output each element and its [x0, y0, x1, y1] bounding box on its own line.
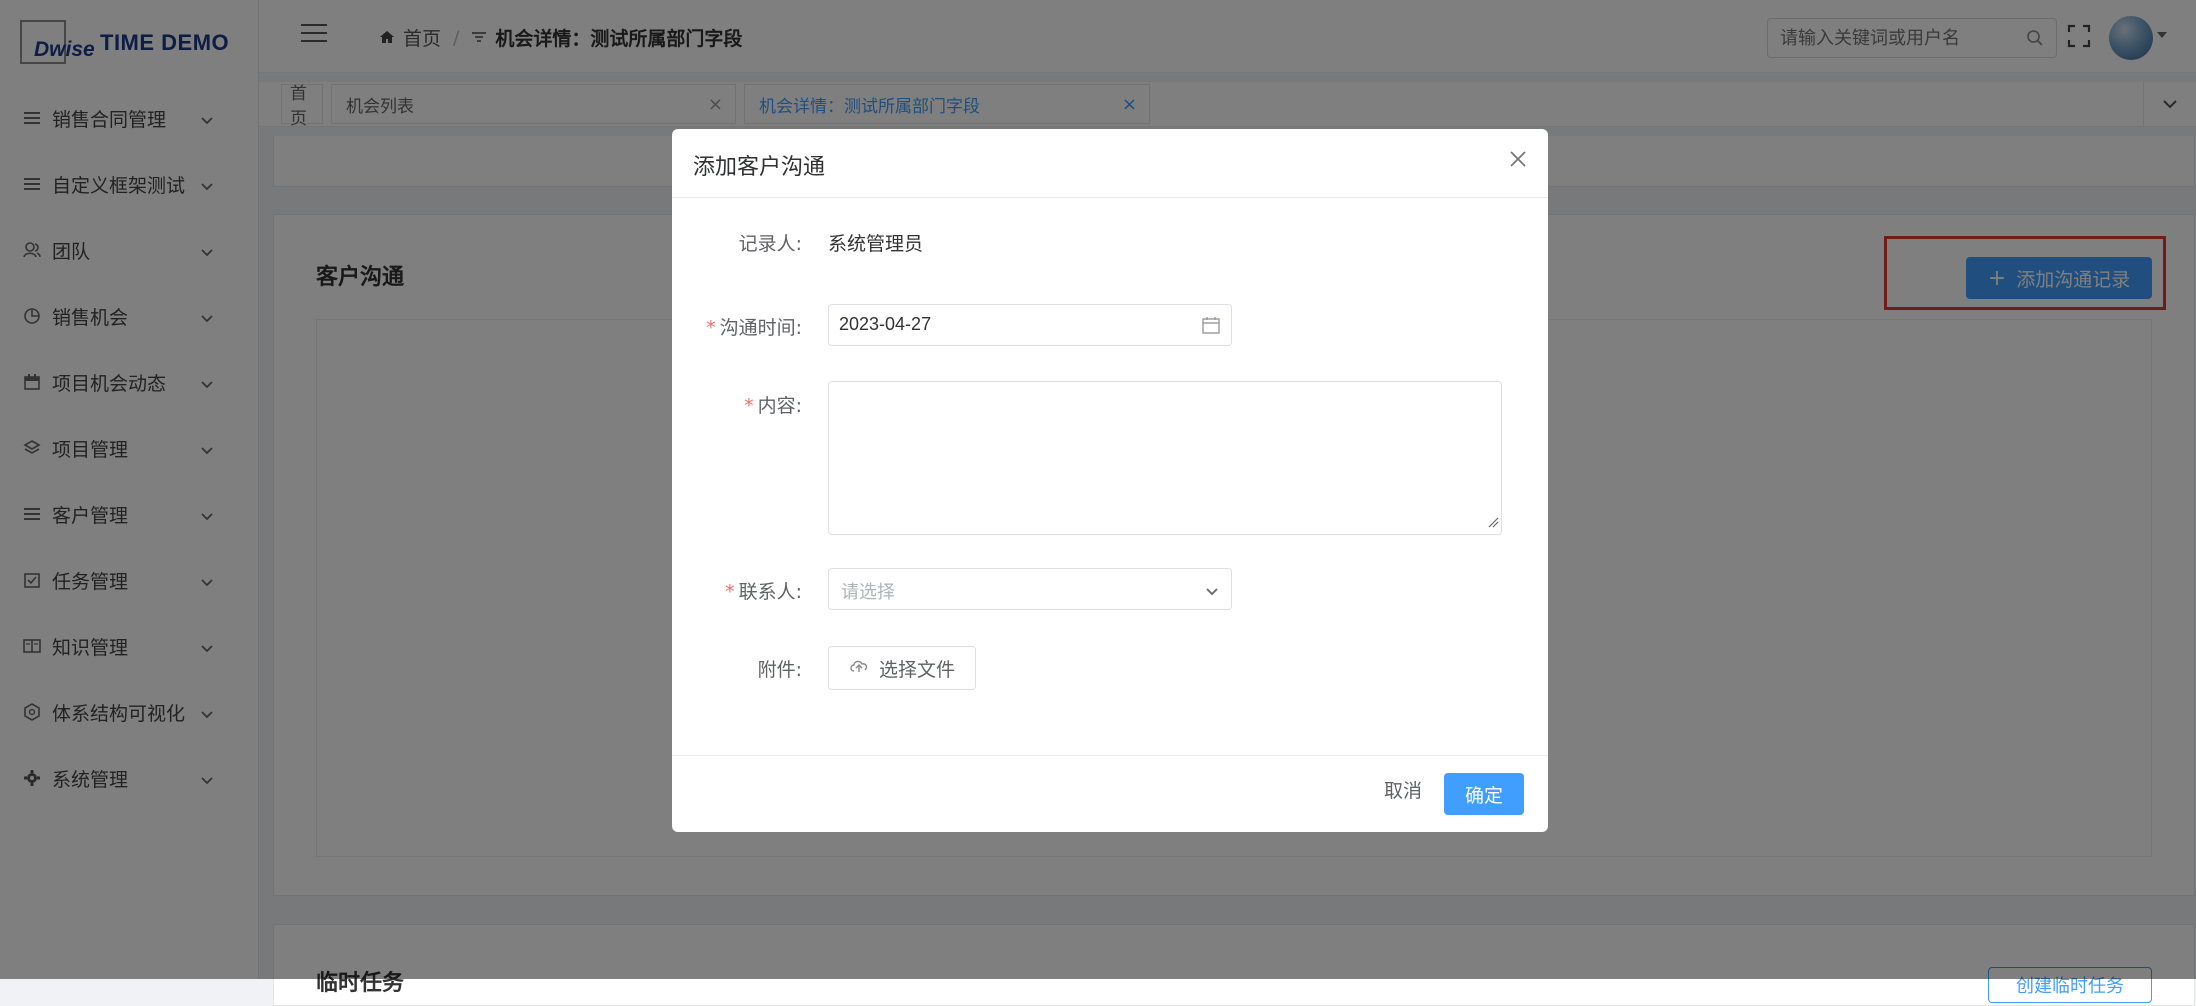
- select-file-button[interactable]: 选择文件: [828, 646, 976, 690]
- content-textarea[interactable]: [828, 381, 1502, 535]
- label-text: 记录人:: [738, 233, 802, 255]
- dialog-title: 添加客户沟通: [693, 155, 826, 180]
- contact-select[interactable]: 请选择: [828, 568, 1232, 610]
- attachment-label: 附件:: [672, 655, 802, 682]
- resize-handle-icon[interactable]: [1487, 513, 1499, 532]
- label-text: 内容:: [757, 395, 802, 417]
- required-mark: *: [725, 581, 735, 603]
- close-icon[interactable]: [1506, 147, 1530, 171]
- dialog-footer: 取消 确定: [672, 755, 1548, 832]
- content-label: * 内容:: [672, 391, 802, 418]
- date-picker-input[interactable]: 2023-04-27: [828, 304, 1232, 346]
- cancel-button[interactable]: 取消: [1384, 776, 1422, 803]
- button-label: 选择文件: [878, 658, 955, 681]
- confirm-button[interactable]: 确定: [1444, 773, 1524, 815]
- date-value: 2023-04-27: [839, 314, 932, 334]
- recorder-label: 记录人:: [672, 229, 802, 256]
- required-mark: *: [744, 395, 754, 417]
- button-label: 确定: [1464, 784, 1503, 807]
- label-text: 联系人:: [738, 581, 802, 603]
- recorder-value: 系统管理员: [828, 233, 924, 255]
- calendar-icon: [1201, 315, 1221, 339]
- contact-label: * 联系人:: [672, 577, 802, 604]
- label-text: 附件:: [757, 659, 802, 681]
- required-mark: *: [706, 317, 716, 339]
- label-text: 沟通时间:: [719, 317, 802, 339]
- time-label: * 沟通时间:: [672, 313, 802, 340]
- dialog-header: 添加客户沟通: [672, 129, 1548, 198]
- select-placeholder: 请选择: [841, 582, 895, 603]
- add-communication-dialog: 添加客户沟通 记录人: 系统管理员 * 沟通时间: 2023-04-27 * 内容:…: [672, 129, 1548, 832]
- cloud-upload-icon: [849, 657, 869, 679]
- chevron-down-icon: [1205, 582, 1219, 601]
